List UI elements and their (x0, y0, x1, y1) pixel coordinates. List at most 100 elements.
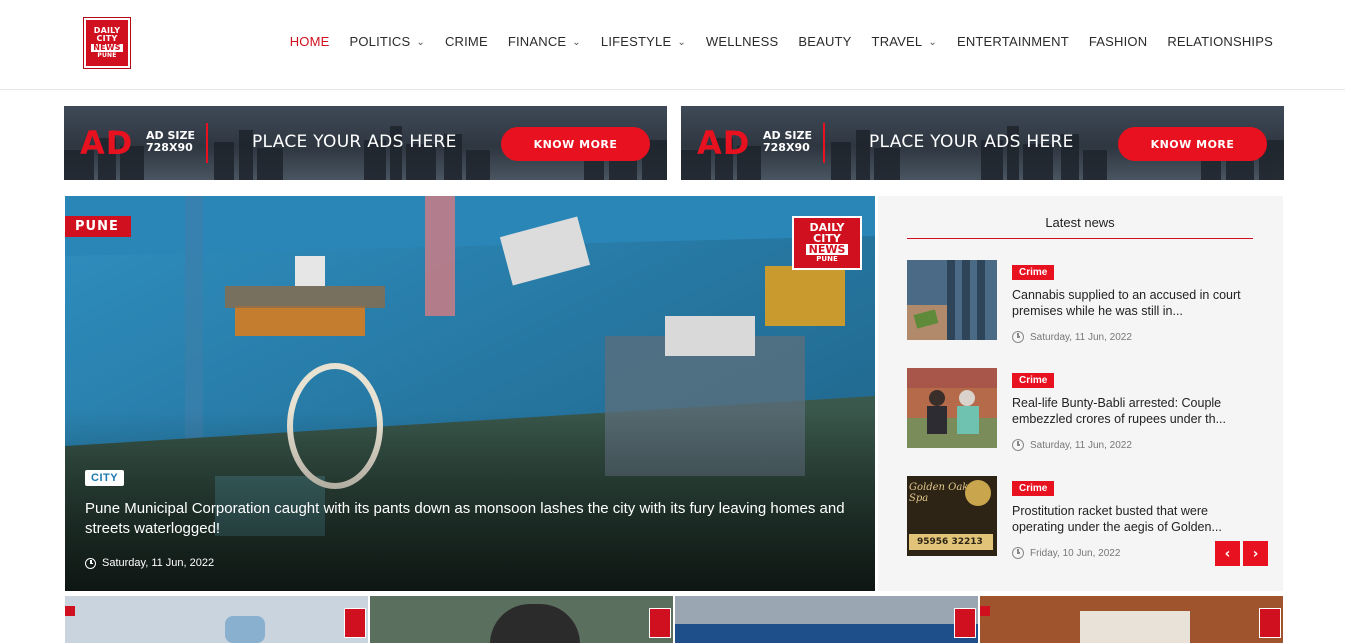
watermark-logo (954, 608, 976, 638)
nav-label: ENTERTAINMENT (956, 34, 1069, 49)
logo-line-4: PUNE (97, 52, 117, 59)
watermark-logo: DAILY CITY NEWS PUNE (792, 216, 862, 270)
ad-size-value: 728X90 (763, 141, 810, 154)
ad-text: PLACE YOUR ADS HERE (869, 132, 1074, 152)
nav-fashion[interactable]: FASHION (1089, 34, 1147, 49)
chevron-left-icon: ‹ (1224, 545, 1231, 562)
nav-label: FINANCE (507, 34, 567, 49)
ad-label: AD (80, 124, 134, 162)
nav-label: TRAVEL (871, 34, 923, 49)
nav-politics[interactable]: POLITICS ⌄ (350, 34, 425, 49)
logo-line-3: NEWS (91, 43, 123, 52)
ad-size: AD SIZE 728X90 (763, 130, 812, 154)
news-title[interactable]: Real-life Bunty-Babli arrested: Couple e… (1012, 395, 1252, 427)
prev-arrow-button[interactable]: ‹ (1215, 541, 1240, 566)
news-item[interactable]: Crime Cannabis supplied to an accused in… (907, 260, 1253, 343)
story-thumbnail[interactable] (370, 596, 673, 643)
nav-label: BEAUTY (798, 34, 852, 49)
know-more-button[interactable]: KNOW MORE (501, 127, 650, 161)
nav-crime[interactable]: CRIME (445, 34, 488, 49)
chevron-down-icon: ⌄ (677, 37, 686, 48)
watermark-line-3: NEWS (805, 244, 849, 255)
thumb-object (675, 624, 978, 643)
hero-title[interactable]: Pune Municipal Corporation caught with i… (85, 499, 875, 539)
story-thumbnail[interactable] (65, 596, 368, 643)
chevron-down-icon: ⌄ (928, 37, 937, 48)
nav-label: LIFESTYLE (600, 34, 672, 49)
nav-home[interactable]: HOME (290, 34, 330, 49)
ad-size: AD SIZE 728X90 (146, 130, 195, 154)
news-thumbnail[interactable] (907, 260, 997, 340)
news-title[interactable]: Cannabis supplied to an accused in court… (1012, 287, 1252, 319)
thumb-tag (65, 606, 75, 616)
watermark-logo (344, 608, 366, 638)
watermark-logo (1259, 608, 1281, 638)
clock-icon (85, 557, 96, 569)
ad-label: AD (697, 124, 751, 162)
category-badge[interactable]: Crime (1012, 373, 1055, 388)
news-item[interactable]: Crime Real-life Bunty-Babli arrested: Co… (907, 368, 1253, 451)
ad-size-value: 728X90 (146, 141, 193, 154)
news-date: Saturday, 11 Jun, 2022 (1012, 331, 1132, 343)
news-date-text: Saturday, 11 Jun, 2022 (1030, 331, 1132, 343)
category-badge[interactable]: Crime (1012, 265, 1055, 280)
know-more-button[interactable]: KNOW MORE (1118, 127, 1267, 161)
watermark-line-4: PUNE (816, 255, 838, 263)
news-item[interactable]: Golden Oak Spa 95956 32213 Crime Prostit… (907, 476, 1253, 559)
thumb-object (225, 616, 265, 643)
hero-date-text: Saturday, 11 Jun, 2022 (102, 557, 215, 569)
ad-divider (206, 123, 208, 163)
nav-lifestyle[interactable]: LIFESTYLE ⌄ (601, 34, 686, 49)
clock-icon (1012, 547, 1024, 559)
nav-relationships[interactable]: RELATIONSHIPS (1167, 34, 1273, 49)
nav-entertainment[interactable]: ENTERTAINMENT (957, 34, 1069, 49)
next-arrow-button[interactable]: › (1243, 541, 1268, 566)
thumb-spa-name: Golden Oak Spa (909, 482, 969, 504)
news-thumbnail[interactable]: Golden Oak Spa 95956 32213 (907, 476, 997, 556)
latest-news-title: Latest news (1045, 215, 1115, 230)
sun-logo-icon (965, 480, 991, 506)
latest-news-panel: Latest news Crime Cannabis supplied to a… (878, 196, 1283, 591)
nav-label: WELLNESS (705, 34, 779, 49)
site-logo[interactable]: DAILY CITY NEWS PUNE (84, 18, 130, 68)
thumb-object (1080, 611, 1190, 643)
clock-icon (1012, 439, 1024, 451)
thumb-tag (980, 606, 990, 616)
nav-wellness[interactable]: WELLNESS (706, 34, 778, 49)
news-title[interactable]: Prostitution racket busted that were ope… (1012, 503, 1252, 535)
location-tag: PUNE (65, 216, 131, 237)
ad-banner-right[interactable]: AD AD SIZE 728X90 PLACE YOUR ADS HERE KNO… (681, 106, 1284, 180)
main-nav: HOME POLITICS ⌄ CRIME FINANCE ⌄ LIFESTYLE ⌄… (270, 34, 1273, 49)
watermark-logo (649, 608, 671, 638)
thumb-text-line-2: Spa (909, 493, 929, 504)
news-thumbnail[interactable] (907, 368, 997, 448)
story-thumbnail[interactable] (980, 596, 1283, 643)
thumb-object (490, 604, 580, 643)
ad-banner-left[interactable]: AD AD SIZE 728X90 PLACE YOUR ADS HERE KNO… (64, 106, 667, 180)
clock-icon (1012, 331, 1024, 343)
thumb-text-line-1: Golden Oak (909, 482, 969, 493)
nav-label: FASHION (1088, 34, 1148, 49)
category-badge[interactable]: CITY (85, 470, 125, 486)
ad-text: PLACE YOUR ADS HERE (252, 132, 457, 152)
nav-label: HOME (289, 34, 330, 49)
news-date: Saturday, 11 Jun, 2022 (1012, 439, 1132, 451)
nav-label: RELATIONSHIPS (1167, 34, 1273, 49)
title-underline (907, 238, 1253, 239)
news-date-text: Saturday, 11 Jun, 2022 (1030, 439, 1132, 451)
thumb-phone: 95956 32213 (909, 534, 993, 550)
nav-label: POLITICS (349, 34, 411, 49)
nav-beauty[interactable]: BEAUTY (798, 34, 851, 49)
hero-story[interactable]: PUNE DAILY CITY NEWS PUNE CITY Pune Muni… (65, 196, 875, 591)
news-date: Friday, 10 Jun, 2022 (1012, 547, 1120, 559)
nav-travel[interactable]: TRAVEL ⌄ (872, 34, 937, 49)
story-thumbnail[interactable] (675, 596, 978, 643)
ad-divider (823, 123, 825, 163)
nav-finance[interactable]: FINANCE ⌄ (508, 34, 581, 49)
logo-line-2: CITY (96, 34, 118, 43)
category-badge[interactable]: Crime (1012, 481, 1055, 496)
news-date-text: Friday, 10 Jun, 2022 (1030, 547, 1121, 559)
site-header: DAILY CITY NEWS PUNE HOME POLITICS ⌄ CRIM… (0, 0, 1345, 90)
chevron-right-icon: › (1252, 545, 1259, 562)
chevron-down-icon: ⌄ (416, 37, 425, 48)
